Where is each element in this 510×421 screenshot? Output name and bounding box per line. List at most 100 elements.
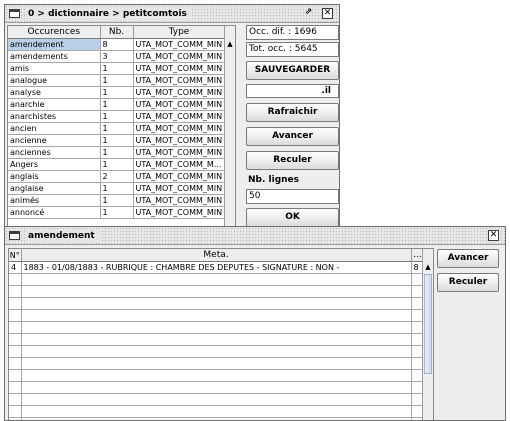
occurrence-row[interactable]: amendement 8 UTA_MOT_COMM_MIN — [8, 38, 226, 51]
meta-number[interactable] — [9, 297, 22, 310]
meta-row[interactable]: 4 1883 - 01/08/1883 - RUBRIQUE : CHAMBRE … — [9, 261, 425, 274]
occurrence-count[interactable]: 1 — [100, 134, 134, 147]
occurrence-row[interactable]: anglaise 1 UTA_MOT_COMM_MIN — [8, 182, 226, 195]
occurrence-type[interactable]: UTA_MOT_COMM_MIN — [133, 134, 226, 147]
scroll-up-icon[interactable]: ▲ — [423, 262, 433, 272]
meta-row[interactable] — [9, 381, 425, 394]
occurrence-row[interactable]: Angers 1 UTA_MOT_COMM_M... — [8, 158, 226, 171]
occurrence-type[interactable]: UTA_MOT_COMM_MIN — [133, 194, 226, 207]
meta-text[interactable] — [21, 357, 412, 370]
meta-row[interactable] — [9, 345, 425, 358]
occurrence-row[interactable]: anciennes 1 UTA_MOT_COMM_MIN — [8, 146, 226, 159]
occurrence-type[interactable]: UTA_MOT_COMM_MIN — [133, 50, 226, 63]
scrollbar-thumb[interactable] — [424, 274, 432, 374]
meta-text[interactable] — [21, 297, 412, 310]
meta-text[interactable] — [21, 369, 412, 382]
occurrence-word[interactable]: ancien — [8, 122, 101, 135]
meta-scrollbar[interactable]: ▲ — [422, 249, 433, 420]
occurrence-type[interactable]: UTA_MOT_COMM_MIN — [133, 86, 226, 99]
meta-number[interactable] — [9, 381, 22, 394]
meta-number[interactable] — [9, 285, 22, 298]
meta-number[interactable] — [9, 333, 22, 346]
amendement-window-titlebar[interactable]: amendement ✕ — [5, 227, 505, 245]
meta-text[interactable] — [21, 405, 412, 418]
occurrence-type[interactable]: UTA_MOT_COMM_MIN — [133, 38, 226, 51]
occurrence-word[interactable]: amendement — [8, 38, 101, 51]
occurrence-row[interactable]: annoncé 1 UTA_MOT_COMM_MIN — [8, 206, 226, 219]
occurrences-scrollbar[interactable]: ▲ — [224, 26, 235, 228]
meta-row[interactable] — [9, 321, 425, 334]
column-header-type[interactable]: Type — [133, 26, 226, 39]
format-field[interactable]: .il — [246, 84, 339, 98]
reculer-button[interactable]: Reculer — [246, 151, 339, 170]
occurrence-type[interactable]: UTA_MOT_COMM_MIN — [133, 170, 226, 183]
occurrence-count[interactable]: 8 — [100, 38, 134, 51]
avancer-button[interactable]: Avancer — [437, 249, 499, 268]
occurrence-type[interactable]: UTA_MOT_COMM_MIN — [133, 206, 226, 219]
meta-row[interactable] — [9, 309, 425, 322]
occurrence-word[interactable]: anglaise — [8, 182, 101, 195]
rafraichir-button[interactable]: Rafraichir — [246, 103, 339, 122]
occurrence-word[interactable]: amendements — [8, 50, 101, 63]
occurrence-word[interactable]: animés — [8, 194, 101, 207]
occurrence-type[interactable]: UTA_MOT_COMM_MIN — [133, 110, 226, 123]
occurrence-word[interactable]: Angers — [8, 158, 101, 171]
occurrence-type[interactable]: UTA_MOT_COMM_MIN — [133, 98, 226, 111]
column-header-occurences[interactable]: Occurences — [8, 26, 101, 39]
meta-row[interactable] — [9, 417, 425, 420]
occurrence-word[interactable]: amis — [8, 62, 101, 75]
meta-row[interactable] — [9, 297, 425, 310]
scroll-up-icon[interactable]: ▲ — [225, 39, 235, 49]
occurrence-count[interactable]: 1 — [100, 158, 134, 171]
occurrence-count[interactable]: 1 — [100, 122, 134, 135]
meta-text[interactable] — [21, 285, 412, 298]
meta-number[interactable] — [9, 273, 22, 286]
occurrence-word[interactable]: anarchie — [8, 98, 101, 111]
column-header-meta[interactable]: Meta. — [21, 249, 412, 262]
occurrence-word[interactable]: analogue — [8, 74, 101, 87]
avancer-button[interactable]: Avancer — [246, 127, 339, 146]
occurrence-row[interactable]: analogue 1 UTA_MOT_COMM_MIN — [8, 74, 226, 87]
meta-number[interactable] — [9, 393, 22, 406]
occurrence-count[interactable]: 1 — [100, 98, 134, 111]
reculer-button[interactable]: Reculer — [437, 273, 499, 292]
sauvegarder-button[interactable]: SAUVEGARDER — [246, 61, 339, 80]
column-header-nb[interactable]: Nb. — [100, 26, 134, 39]
occurrence-count[interactable]: 1 — [100, 86, 134, 99]
occurrence-type[interactable]: UTA_MOT_COMM_MIN — [133, 74, 226, 87]
column-header-number[interactable]: N° — [9, 249, 22, 262]
meta-row[interactable] — [9, 393, 425, 406]
meta-number[interactable]: 4 — [9, 261, 22, 274]
close-icon[interactable]: ✕ — [488, 230, 499, 241]
occurrence-count[interactable]: 1 — [100, 206, 134, 219]
meta-row[interactable] — [9, 273, 425, 286]
meta-row[interactable] — [9, 405, 425, 418]
occurrence-row[interactable]: anarchistes 1 UTA_MOT_COMM_MIN — [8, 110, 226, 123]
occurrence-row[interactable]: amis 1 UTA_MOT_COMM_MIN — [8, 62, 226, 75]
meta-row[interactable] — [9, 357, 425, 370]
occurrence-count[interactable]: 1 — [100, 182, 134, 195]
close-icon[interactable]: ✕ — [322, 8, 333, 19]
occurrence-row[interactable]: anarchie 1 UTA_MOT_COMM_MIN — [8, 98, 226, 111]
occurrence-row[interactable]: amendements 3 UTA_MOT_COMM_MIN — [8, 50, 226, 63]
occurrence-type[interactable]: UTA_MOT_COMM_M... — [133, 158, 226, 171]
restore-icon[interactable]: ⇗ — [303, 8, 314, 19]
occurrence-row[interactable]: ancien 1 UTA_MOT_COMM_MIN — [8, 122, 226, 135]
meta-row[interactable] — [9, 333, 425, 346]
occurrence-row[interactable]: ancienne 1 UTA_MOT_COMM_MIN — [8, 134, 226, 147]
meta-text[interactable] — [21, 333, 412, 346]
occurrence-count[interactable]: 3 — [100, 50, 134, 63]
meta-number[interactable] — [9, 369, 22, 382]
meta-number[interactable] — [9, 345, 22, 358]
occurrence-count[interactable]: 1 — [100, 194, 134, 207]
occurrence-count[interactable]: 1 — [100, 74, 134, 87]
meta-text[interactable] — [21, 345, 412, 358]
occurrence-word[interactable]: analyse — [8, 86, 101, 99]
meta-text[interactable] — [21, 417, 412, 420]
occurrence-count[interactable]: 1 — [100, 146, 134, 159]
meta-text[interactable] — [21, 393, 412, 406]
meta-text[interactable] — [21, 273, 412, 286]
occurrence-type[interactable]: UTA_MOT_COMM_MIN — [133, 122, 226, 135]
meta-text[interactable] — [21, 309, 412, 322]
occurrence-type[interactable]: UTA_MOT_COMM_MIN — [133, 182, 226, 195]
